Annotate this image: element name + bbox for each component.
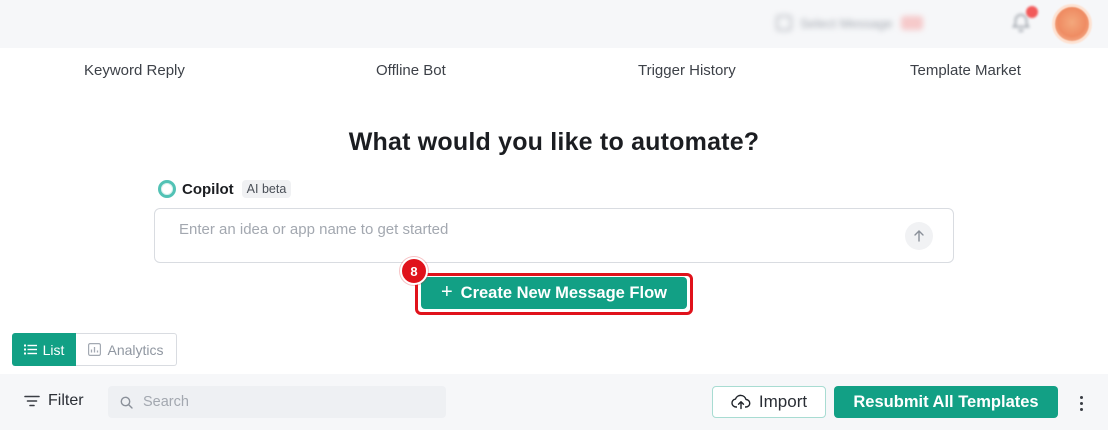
create-message-flow-button[interactable]: + Create New Message Flow <box>421 277 687 309</box>
import-label: Import <box>758 392 808 411</box>
avatar[interactable] <box>1052 4 1092 44</box>
nav-tabs: Keyword Reply Offline Bot Trigger Histor… <box>0 48 1108 96</box>
copilot-logo-icon <box>158 180 176 198</box>
import-button[interactable]: Import <box>712 386 826 418</box>
copilot-header: Copilot AI beta <box>158 178 292 200</box>
list-view-button[interactable]: List <box>12 333 76 366</box>
analytics-view-label: Analytics <box>107 341 164 358</box>
view-toggle: List Analytics <box>12 333 177 366</box>
list-toolbar: Filter Import Resubmit All Templates <box>0 374 1108 430</box>
message-icon <box>776 15 792 31</box>
arrow-up-icon <box>914 230 924 242</box>
create-message-flow-label: Create New Message Flow <box>460 283 667 302</box>
idea-input-box <box>154 208 954 263</box>
list-icon <box>23 344 37 355</box>
tab-keyword-reply[interactable]: Keyword Reply <box>84 62 185 79</box>
search-icon <box>120 396 133 409</box>
idea-input[interactable] <box>179 219 879 239</box>
cloud-upload-icon <box>731 394 751 410</box>
tab-offline-bot[interactable]: Offline Bot <box>376 62 446 79</box>
resubmit-all-templates-button[interactable]: Resubmit All Templates <box>834 386 1058 418</box>
tab-template-market[interactable]: Template Market <box>910 62 1021 79</box>
top-header: Select Message <box>0 0 1108 48</box>
more-options-icon[interactable] <box>1072 392 1090 414</box>
filter-label: Filter <box>48 392 84 409</box>
search-input[interactable] <box>143 394 423 410</box>
search-box <box>108 386 446 418</box>
message-selector-label: Select Message <box>800 15 893 31</box>
list-view-label: List <box>42 341 65 358</box>
plus-icon: + <box>440 281 453 303</box>
submit-idea-button[interactable] <box>905 222 933 250</box>
filter-icon <box>24 395 40 407</box>
page-title: What would you like to automate? <box>348 128 760 156</box>
status-flag <box>900 16 923 30</box>
filter-button[interactable]: Filter <box>24 392 84 410</box>
step-number-badge: 8 <box>400 257 428 285</box>
message-selector[interactable]: Select Message <box>776 10 966 36</box>
notification-badge <box>1026 6 1038 18</box>
chart-icon <box>88 343 102 356</box>
copilot-name: Copilot <box>182 180 234 198</box>
analytics-view-button[interactable]: Analytics <box>76 333 177 366</box>
ai-beta-badge: AI beta <box>241 180 292 198</box>
tab-trigger-history[interactable]: Trigger History <box>638 62 736 79</box>
